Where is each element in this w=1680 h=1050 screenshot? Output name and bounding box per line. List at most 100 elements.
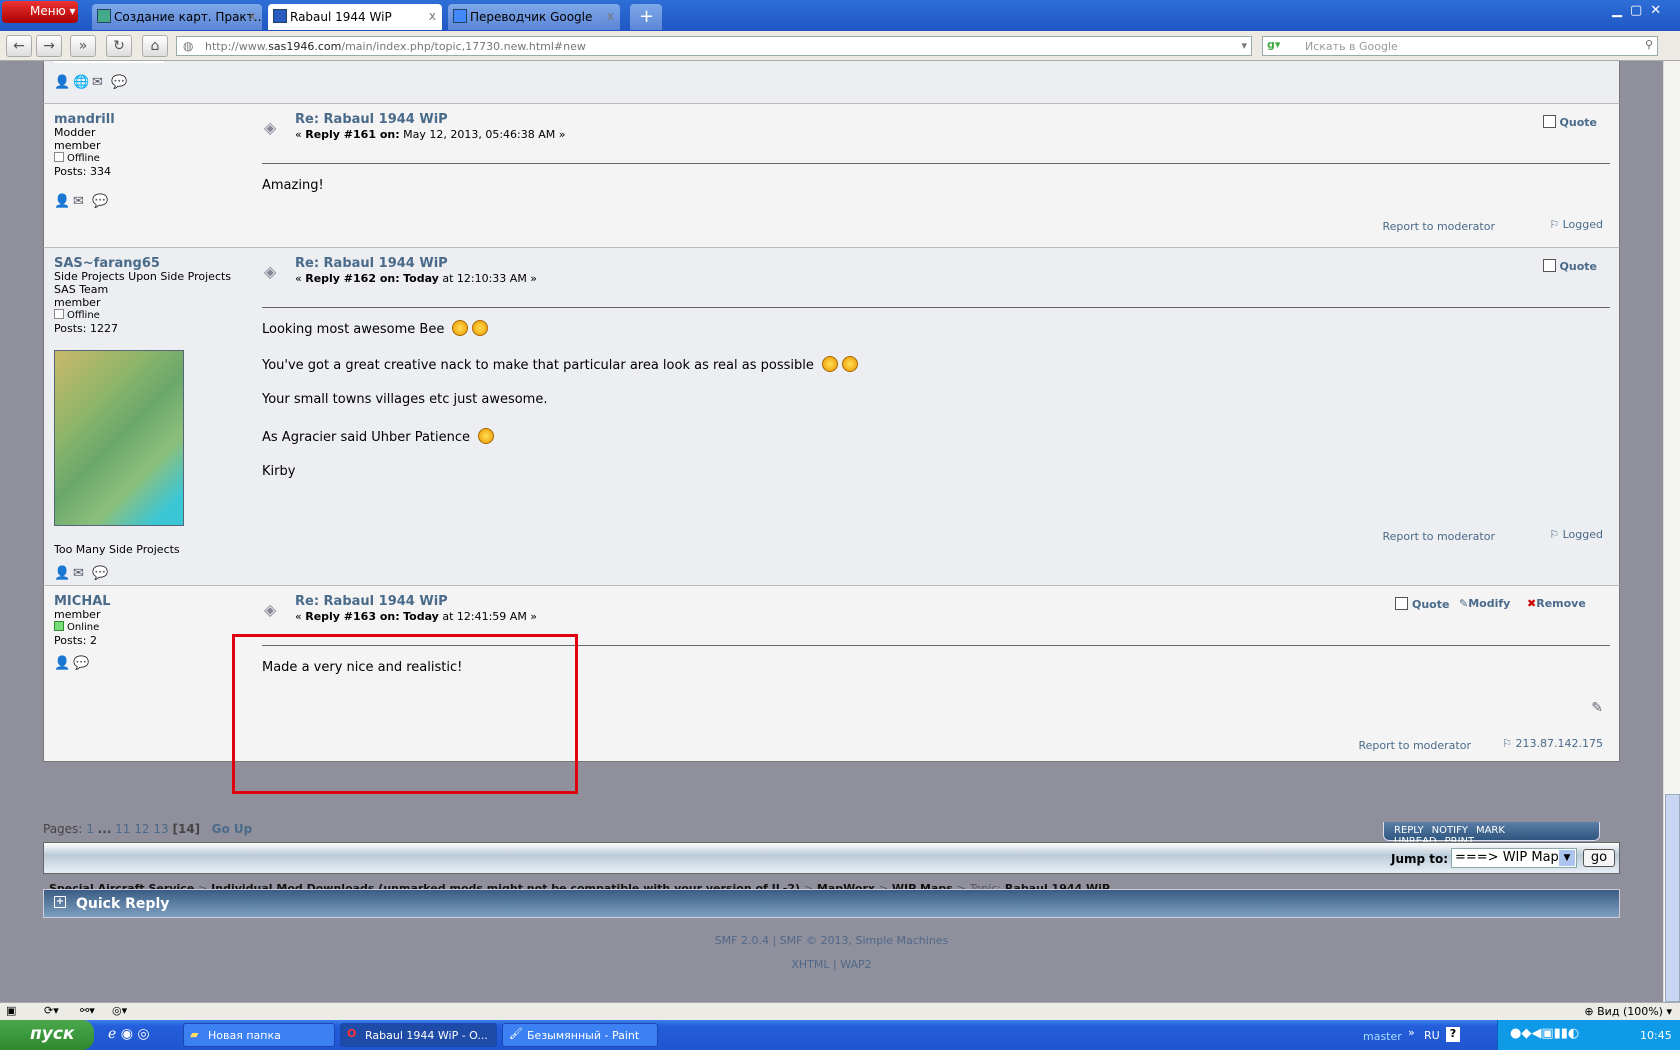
page-link-12[interactable]: 12 [134,822,149,836]
ip-address[interactable]: 213.87.142.175 [1516,737,1603,750]
author-group: member [54,139,101,152]
simple-machines-link[interactable]: Simple Machines [855,934,948,947]
google-icon: g▾ [1267,38,1281,51]
profile-icon[interactable]: 👤 [54,194,70,209]
opera-menu-button[interactable]: Меню ▾ [2,1,78,23]
sync-icon[interactable]: ⟳▾ [44,1004,59,1017]
new-tab-button[interactable]: + [630,4,662,30]
menu-label: Меню [30,4,66,18]
email-icon[interactable]: ✉ [73,566,88,581]
pm-icon[interactable]: 💬 [73,656,89,671]
reply-button[interactable]: REPLY [1394,825,1424,836]
grin-smiley-icon [452,320,469,336]
profile-icons: 👤 ✉ 💬 [54,566,111,581]
online-status: Online [67,622,100,633]
modify-button[interactable]: ✎Modify [1459,597,1510,610]
footer-copyright: SMF 2.0.4 | SMF © 2013, Simple Machines [714,934,949,947]
go-up-link[interactable]: Go Up [212,822,253,836]
start-button[interactable]: пуск [0,1020,94,1050]
jump-to-select[interactable]: ===> WIP Maps ▼ [1451,848,1577,868]
pm-icon[interactable]: 💬 [111,75,127,90]
website-globe-icon[interactable]: 🌐 [73,75,89,90]
inline-modify-icon[interactable]: ✎ [1591,700,1603,716]
panel-toggle-icon[interactable]: ▣ [6,1004,16,1017]
tab-sozdanie[interactable]: Создание карт. Практ… x [92,4,262,30]
pm-icon[interactable]: 💬 [92,566,108,581]
report-to-moderator-link[interactable]: Report to moderator [1358,739,1471,752]
author-group: member [54,608,101,621]
quote-button[interactable]: Quote [1542,115,1597,129]
address-input[interactable]: ◍ http://www.sas1946.com/main/index.php/t… [176,36,1252,56]
red-annotation-box [232,634,578,794]
search-icon[interactable]: ⚲ [1645,38,1653,51]
go-button[interactable]: go [1583,849,1615,867]
zoom-control[interactable]: ⊕ Вид (100%) ▾ [1584,1005,1672,1018]
task-new-folder[interactable]: ▰ Новая папка [183,1023,335,1047]
jump-to-label: Jump to: [1391,852,1449,866]
help-icon[interactable]: ? [1446,1027,1460,1042]
user-toolbar-label: master [1363,1030,1402,1043]
tray-icons[interactable]: ●◆◀▣▮▮◐ [1510,1026,1579,1041]
quick-reply-header[interactable]: + Quick Reply [43,889,1620,918]
toolbar-expand-icon[interactable]: » [1408,1026,1415,1039]
dropdown-icon[interactable]: ▾ [1241,39,1247,52]
report-to-moderator-link[interactable]: Report to moderator [1382,530,1495,543]
quote-button[interactable]: Quote [1395,597,1449,611]
xhtml-link[interactable]: XHTML [791,958,829,971]
profile-icon[interactable]: 👤 [54,566,70,581]
fast-forward-icon[interactable]: » [70,35,96,57]
logged-label: Logged [1562,528,1603,541]
clock[interactable]: 10:45 [1640,1029,1672,1042]
language-indicator[interactable]: RU [1424,1029,1440,1042]
remove-button[interactable]: ✖Remove [1527,597,1586,610]
remove-icon: ✖ [1527,597,1537,610]
report-to-moderator-link[interactable]: Report to moderator [1382,220,1495,233]
close-tab-icon[interactable]: x [429,9,436,23]
turbo-icon[interactable]: ◎▾ [112,1004,127,1017]
quote-button[interactable]: Quote [1542,259,1597,273]
forward-icon[interactable]: → [36,35,62,57]
post-author[interactable]: mandrill [54,112,115,127]
ip-icon: ⚐ [1549,528,1563,541]
scrollbar-thumb[interactable] [1665,794,1680,1002]
expand-icon[interactable]: + [54,896,66,908]
pm-icon[interactable]: 💬 [92,194,108,209]
back-icon[interactable]: ← [6,35,32,57]
system-tray: ●◆◀▣▮▮◐ 10:45 [1497,1020,1680,1050]
post-subject[interactable]: Re: Rabaul 1944 WiP [295,594,448,609]
current-page: [14] [172,822,201,836]
post-subject[interactable]: Re: Rabaul 1944 WiP [295,112,448,127]
email-icon[interactable]: ✉ [92,75,107,90]
reply-number: Reply #163 on: [305,610,400,623]
post-author[interactable]: MICHAL [54,594,111,609]
page-link-11[interactable]: 11 [115,822,130,836]
tab-google-translate[interactable]: Переводчик Google x [448,4,620,30]
tab-rabaul[interactable]: Rabaul 1944 WiP x [268,4,442,30]
smf-copyright-link[interactable]: SMF © 2013 [780,934,849,947]
reload-icon[interactable]: ↻ [106,35,132,57]
logged-indicator: ⚐ Logged [1549,218,1603,231]
window-controls[interactable]: ▁▢✕ [1612,3,1678,23]
close-tab-icon[interactable]: x [249,9,256,23]
page-link-1[interactable]: 1 [86,822,94,836]
post-author[interactable]: SAS~farang65 [54,256,160,271]
profile-icon[interactable]: 👤 [54,75,70,90]
close-tab-icon[interactable]: x [607,9,614,23]
task-paint[interactable]: 🖌 Безымянный - Paint [502,1023,658,1047]
author-team: SAS Team [54,283,109,296]
task-opera[interactable]: O Rabaul 1944 WiP - O... [340,1023,497,1047]
post-count: Posts: 334 [54,165,111,178]
ip-icon: ⚐ [1502,737,1516,750]
page-link-13[interactable]: 13 [153,822,168,836]
profile-icon[interactable]: 👤 [54,656,70,671]
smf-version-link[interactable]: SMF 2.0.4 [715,934,769,947]
search-input[interactable]: g▾ Искать в Google ⚲ [1262,36,1658,56]
post-subject[interactable]: Re: Rabaul 1944 WiP [295,256,448,271]
quick-launch-icons[interactable]: ℯ ◉ ◎ [108,1026,150,1042]
home-icon[interactable]: ⌂ [142,35,168,57]
unite-icon[interactable]: ⚯▾ [80,1004,95,1017]
email-icon[interactable]: ✉ [73,194,88,209]
vertical-scrollbar[interactable] [1663,61,1680,1002]
wap2-link[interactable]: WAP2 [840,958,871,971]
notify-button[interactable]: NOTIFY [1432,825,1468,836]
